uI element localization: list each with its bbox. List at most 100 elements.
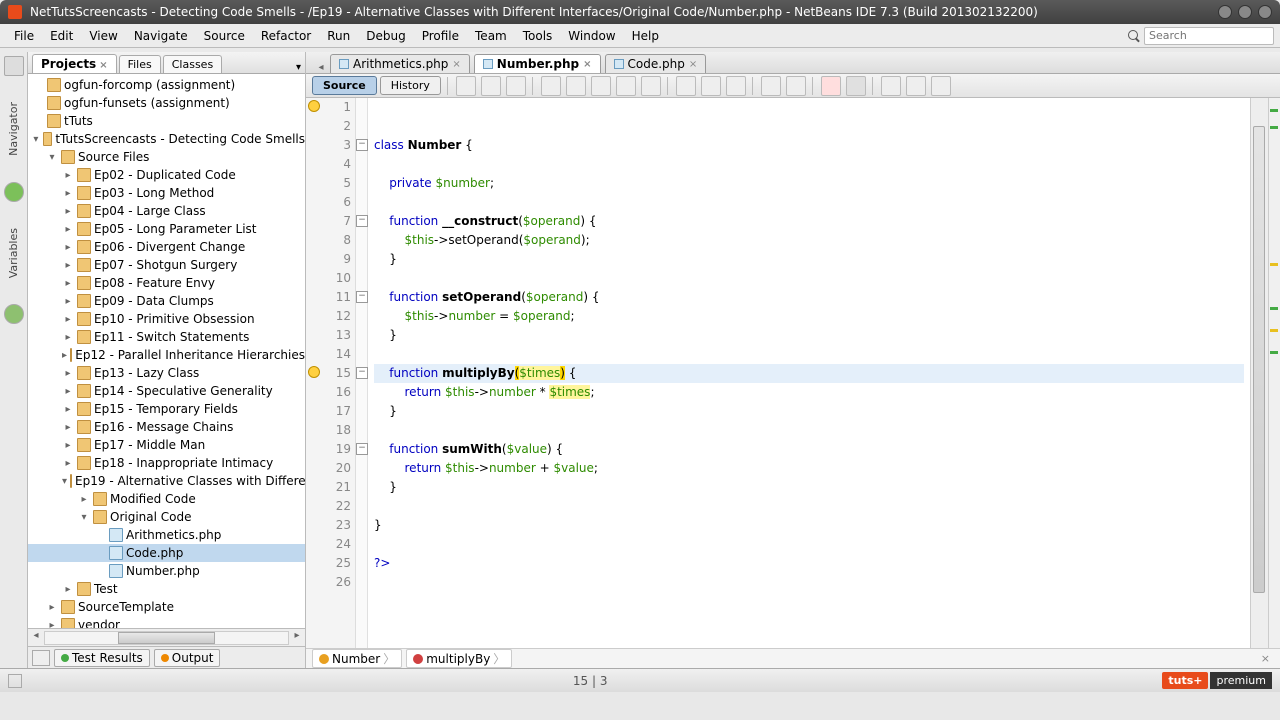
tree-node[interactable]: ▸Ep16 - Message Chains bbox=[28, 418, 305, 436]
close-icon[interactable]: × bbox=[452, 59, 460, 70]
nav-back-button[interactable] bbox=[456, 76, 476, 96]
close-icon[interactable]: × bbox=[583, 59, 591, 70]
tree-node[interactable]: ▸Ep10 - Primitive Obsession bbox=[28, 310, 305, 328]
tab-test-results[interactable]: Test Results bbox=[54, 649, 150, 667]
scroll-thumb[interactable] bbox=[1253, 126, 1265, 594]
menu-run[interactable]: Run bbox=[319, 27, 358, 45]
breadcrumb-method[interactable]: multiplyBy〉 bbox=[406, 649, 512, 668]
uncomment-button[interactable] bbox=[906, 76, 926, 96]
macro-record-button[interactable] bbox=[821, 76, 841, 96]
search-input[interactable] bbox=[1144, 27, 1274, 45]
error-stripe[interactable] bbox=[1268, 98, 1280, 648]
tree-node[interactable]: ▸Ep08 - Feature Envy bbox=[28, 274, 305, 292]
tab-output[interactable]: Output bbox=[154, 649, 221, 667]
menu-navigate[interactable]: Navigate bbox=[126, 27, 196, 45]
tree-node[interactable]: ▸Ep18 - Inappropriate Intimacy bbox=[28, 454, 305, 472]
tree-node[interactable]: ▸Test bbox=[28, 580, 305, 598]
shift-left-button[interactable] bbox=[761, 76, 781, 96]
tree-node[interactable]: ▾tTutsScreencasts - Detecting Code Smell… bbox=[28, 130, 305, 148]
tab-nav-left-icon[interactable]: ◂ bbox=[312, 62, 330, 73]
tree-node[interactable]: ▸Ep15 - Temporary Fields bbox=[28, 400, 305, 418]
tree-node[interactable]: ▸Ep11 - Switch Statements bbox=[28, 328, 305, 346]
tool-button[interactable] bbox=[641, 76, 661, 96]
tool-button[interactable] bbox=[506, 76, 526, 96]
side-tool-icon[interactable] bbox=[4, 304, 24, 324]
editor-vscrollbar[interactable] bbox=[1250, 98, 1268, 648]
tool-button[interactable] bbox=[931, 76, 951, 96]
breadcrumb-class[interactable]: Number〉 bbox=[312, 649, 402, 668]
tree-node[interactable]: ogfun-funsets (assignment) bbox=[28, 94, 305, 112]
view-source-tab[interactable]: Source bbox=[312, 76, 377, 95]
highlight-button[interactable] bbox=[616, 76, 636, 96]
menu-debug[interactable]: Debug bbox=[358, 27, 413, 45]
tree-node[interactable]: tTuts bbox=[28, 112, 305, 130]
menu-tools[interactable]: Tools bbox=[515, 27, 561, 45]
panel-hscrollbar[interactable]: ◂ ▸ bbox=[28, 628, 305, 646]
macro-stop-button[interactable] bbox=[846, 76, 866, 96]
bottom-dock-icon[interactable] bbox=[32, 650, 50, 666]
menu-team[interactable]: Team bbox=[467, 27, 515, 45]
panel-menu-icon[interactable]: ▾ bbox=[292, 62, 305, 73]
panel-tab-projects[interactable]: Projects× bbox=[32, 54, 117, 73]
tree-node[interactable]: ▸Ep02 - Duplicated Code bbox=[28, 166, 305, 184]
panel-tab-classes[interactable]: Classes bbox=[163, 55, 222, 73]
side-tab-navigator[interactable]: Navigator bbox=[5, 96, 22, 162]
menu-edit[interactable]: Edit bbox=[42, 27, 81, 45]
tree-node[interactable]: ▸Ep09 - Data Clumps bbox=[28, 292, 305, 310]
menu-profile[interactable]: Profile bbox=[414, 27, 467, 45]
tree-node[interactable]: ▸Ep17 - Middle Man bbox=[28, 436, 305, 454]
comment-button[interactable] bbox=[881, 76, 901, 96]
maximize-button[interactable] bbox=[1238, 5, 1252, 19]
scroll-right-icon[interactable]: ▸ bbox=[289, 630, 305, 646]
code-content[interactable]: class Number { private $number; function… bbox=[368, 98, 1250, 648]
find-prev-button[interactable] bbox=[566, 76, 586, 96]
menu-view[interactable]: View bbox=[81, 27, 125, 45]
tree-node[interactable]: ▸Ep06 - Divergent Change bbox=[28, 238, 305, 256]
close-icon[interactable]: × bbox=[99, 60, 107, 71]
editor-tab-arithmetics[interactable]: Arithmetics.php× bbox=[330, 54, 470, 73]
tree-node[interactable]: ogfun-forcomp (assignment) bbox=[28, 76, 305, 94]
breadcrumb-close-icon[interactable]: × bbox=[1257, 652, 1274, 665]
tree-node[interactable]: ▸Ep04 - Large Class bbox=[28, 202, 305, 220]
tree-node[interactable]: ▸Ep03 - Long Method bbox=[28, 184, 305, 202]
scroll-thumb[interactable] bbox=[118, 632, 215, 644]
tree-node[interactable]: Number.php bbox=[28, 562, 305, 580]
tree-node[interactable]: ▸vendor bbox=[28, 616, 305, 628]
tree-node[interactable]: ▸Ep13 - Lazy Class bbox=[28, 364, 305, 382]
toggle-bookmark-button[interactable] bbox=[726, 76, 746, 96]
tree-node[interactable]: ▸Ep12 - Parallel Inheritance Hierarchies bbox=[28, 346, 305, 364]
scroll-left-icon[interactable]: ◂ bbox=[28, 630, 44, 646]
line-number-gutter[interactable]: 1234567891011121314151617181920212223242… bbox=[306, 98, 356, 648]
tree-node[interactable]: ▸SourceTemplate bbox=[28, 598, 305, 616]
find-button[interactable] bbox=[541, 76, 561, 96]
minimize-button[interactable] bbox=[1218, 5, 1232, 19]
view-history-tab[interactable]: History bbox=[380, 76, 441, 95]
tree-node[interactable]: Arithmetics.php bbox=[28, 526, 305, 544]
panel-tab-files[interactable]: Files bbox=[119, 55, 161, 73]
fold-column[interactable] bbox=[356, 98, 368, 648]
editor-tab-code[interactable]: Code.php× bbox=[605, 54, 707, 73]
nav-forward-button[interactable] bbox=[481, 76, 501, 96]
menu-window[interactable]: Window bbox=[560, 27, 623, 45]
next-bookmark-button[interactable] bbox=[701, 76, 721, 96]
menu-source[interactable]: Source bbox=[196, 27, 253, 45]
find-next-button[interactable] bbox=[591, 76, 611, 96]
shift-right-button[interactable] bbox=[786, 76, 806, 96]
project-tree[interactable]: ogfun-forcomp (assignment)ogfun-funsets … bbox=[28, 74, 305, 628]
close-icon[interactable]: × bbox=[689, 59, 697, 70]
close-button[interactable] bbox=[1258, 5, 1272, 19]
tree-node[interactable]: ▸Ep05 - Long Parameter List bbox=[28, 220, 305, 238]
dock-icon[interactable] bbox=[4, 56, 24, 76]
tree-node[interactable]: ▾Original Code bbox=[28, 508, 305, 526]
tree-node[interactable]: ▸Ep14 - Speculative Generality bbox=[28, 382, 305, 400]
tree-node[interactable]: ▾Source Files bbox=[28, 148, 305, 166]
tree-node[interactable]: Code.php bbox=[28, 544, 305, 562]
tree-node[interactable]: ▸Modified Code bbox=[28, 490, 305, 508]
tree-node[interactable]: ▾Ep19 - Alternative Classes with Differe… bbox=[28, 472, 305, 490]
menu-file[interactable]: File bbox=[6, 27, 42, 45]
prev-bookmark-button[interactable] bbox=[676, 76, 696, 96]
menu-help[interactable]: Help bbox=[624, 27, 667, 45]
side-tab-variables[interactable]: Variables bbox=[5, 222, 22, 284]
menu-refactor[interactable]: Refactor bbox=[253, 27, 319, 45]
editor-tab-number[interactable]: Number.php× bbox=[474, 54, 601, 73]
